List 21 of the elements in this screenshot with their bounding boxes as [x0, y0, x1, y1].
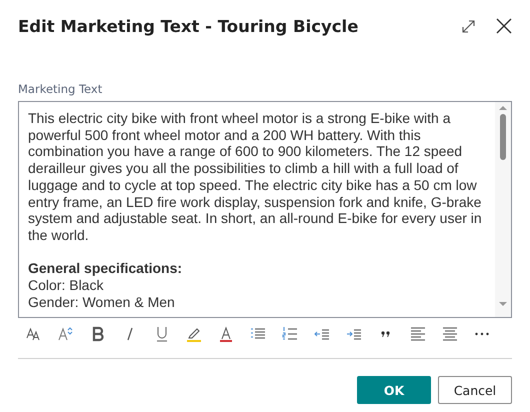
font-color-icon[interactable]	[218, 326, 234, 342]
highlighter-icon[interactable]	[186, 326, 202, 342]
expand-icon[interactable]	[461, 18, 476, 34]
paragraph: This electric city bike with front wheel motor is a strong E-bike with a powerful 500 front wheel motor and a 200 WH battery. With this combination you have a range of 600 to 900 kilometers. The 12 speed derailleur gives you all the possibilities to climb a hill with a full load of luggage and to cycle at top speed. The electric city bike has a 50 cm low entry frame, an LED fire work display, suspension fork and knife, G-brake system and adjustable seat. In short, an all-round E-bike for every user in the world.	[28, 110, 483, 244]
close-icon[interactable]	[496, 18, 512, 34]
grow-font-icon[interactable]	[58, 326, 74, 342]
align-left-icon[interactable]	[410, 326, 426, 342]
bold-icon[interactable]	[90, 326, 106, 342]
numbered-list-icon[interactable]	[282, 326, 298, 342]
scrollbar[interactable]	[495, 102, 511, 317]
ok-button[interactable]: OK	[357, 376, 431, 404]
spec-line: Color: Black	[28, 277, 104, 294]
underline-icon[interactable]	[154, 326, 170, 342]
spec-line: Gender: Women & Men	[28, 294, 176, 310]
rich-text-editor[interactable]	[18, 101, 512, 318]
dialog-title: Edit Marketing Text - Touring Bicycle	[18, 16, 360, 36]
section-heading: General specifications:	[28, 260, 184, 278]
field-label: Marketing Text	[18, 82, 104, 96]
cancel-button[interactable]: Cancel	[438, 376, 512, 404]
align-center-icon[interactable]	[442, 326, 458, 342]
font-size-icon[interactable]	[26, 326, 42, 342]
